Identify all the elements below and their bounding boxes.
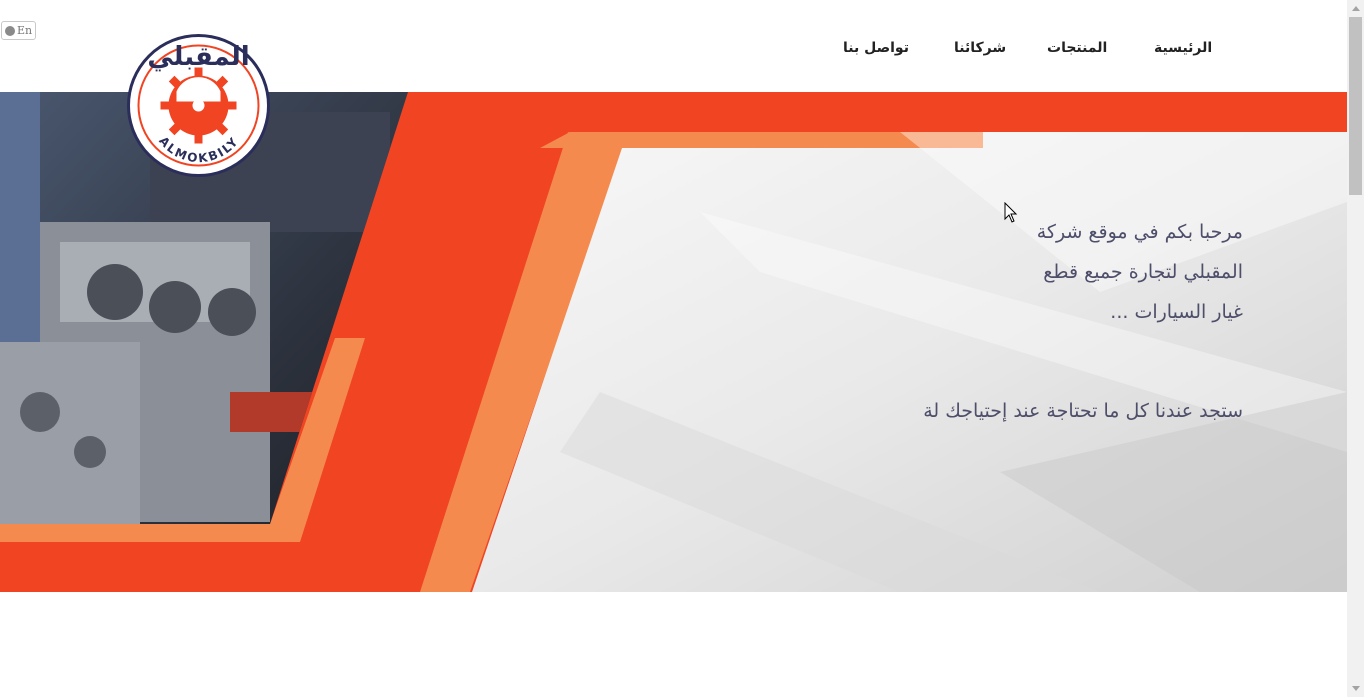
arrow-down-icon (1351, 686, 1360, 691)
hero-text: مرحبا بكم في موقع شركة المقبلي لتجارة جم… (823, 212, 1243, 425)
language-toggle-button[interactable]: En (1, 21, 36, 40)
language-toggle-label: En (16, 24, 33, 37)
scrollbar-thumb[interactable] (1349, 17, 1362, 195)
nav-item-partners[interactable]: شركائنا (954, 40, 1006, 56)
arrow-up-icon (1351, 6, 1360, 11)
svg-text:المقبلي: المقبلي (147, 42, 249, 72)
vertical-scrollbar[interactable] (1347, 0, 1364, 697)
nav-item-products[interactable]: المنتجات (1047, 40, 1107, 56)
nav-item-home[interactable]: الرئيسية (1154, 40, 1212, 56)
hero-tagline: ستجد عندنا كل ما تحتاجة عند إحتياجك لة (923, 400, 1243, 422)
welcome-message: مرحبا بكم في موقع شركة المقبلي لتجارة جم… (823, 212, 1243, 332)
welcome-line-2: المقبلي لتجارة جميع قطع (1043, 261, 1243, 283)
welcome-line-3: غيار السيارات ... (1110, 301, 1243, 323)
globe-icon (4, 25, 15, 36)
scroll-up-button[interactable] (1347, 0, 1364, 17)
mouse-cursor-icon (1004, 202, 1018, 223)
scroll-down-button[interactable] (1347, 680, 1364, 697)
welcome-line-1: مرحبا بكم في موقع شركة (1036, 221, 1243, 243)
company-logo[interactable]: المقبلي ALMOKBILY (126, 33, 271, 178)
nav-item-contact[interactable]: تواصل بنا (843, 40, 909, 56)
gear-logo-icon: المقبلي ALMOKBILY (127, 34, 270, 177)
